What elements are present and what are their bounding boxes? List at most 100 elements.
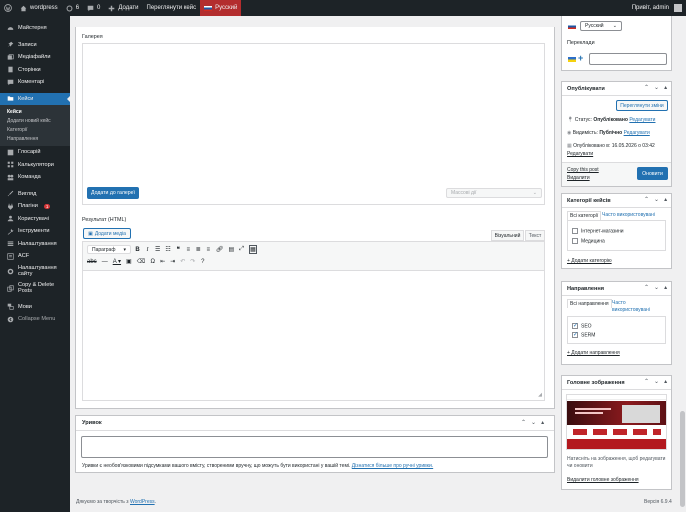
chevron-up-icon[interactable]: ⌃: [644, 284, 649, 291]
caret-up-icon[interactable]: ▴: [541, 419, 544, 426]
sidebar-item-pages[interactable]: Сторінки: [0, 64, 70, 77]
edit-date-link[interactable]: Редагувати: [567, 151, 593, 157]
numbered-list-icon[interactable]: ☷: [165, 246, 170, 253]
update-button[interactable]: Оновити: [637, 167, 668, 180]
add-direction-link[interactable]: + Додати направлення: [567, 350, 620, 356]
link-icon[interactable]: 🔗︎: [216, 246, 224, 253]
checkbox[interactable]: [572, 322, 578, 329]
sidebar-item-team[interactable]: Команда: [0, 171, 70, 184]
sidebar-item-copy-delete[interactable]: Copy & Delete Posts: [0, 280, 70, 297]
text-color-icon[interactable]: A ▾: [113, 258, 121, 265]
sidebar-item-site-settings[interactable]: Налаштування сайту: [0, 263, 70, 280]
horizontal-line-icon[interactable]: —: [102, 259, 108, 265]
category-item[interactable]: Медицина: [572, 238, 605, 244]
sidebar-item-cases[interactable]: Кейси: [0, 92, 70, 105]
scrollbar[interactable]: [679, 16, 686, 512]
editor-content-area[interactable]: [83, 272, 544, 400]
tab-used-directions[interactable]: Часто використовувані: [612, 300, 650, 314]
translation-input[interactable]: [589, 53, 667, 65]
scrollbar-thumb[interactable]: [680, 411, 685, 507]
special-char-icon[interactable]: Ω: [150, 259, 155, 265]
chevron-up-icon[interactable]: ⌃: [521, 419, 526, 426]
edit-visibility-link[interactable]: Редагувати: [624, 130, 650, 136]
sidebar-item-settings[interactable]: Налаштування: [0, 238, 70, 251]
wp-logo-menu[interactable]: [0, 0, 16, 16]
align-left-icon[interactable]: ≡: [186, 247, 191, 253]
resize-handle-icon[interactable]: ◢: [538, 392, 542, 398]
submenu-item-add-case[interactable]: Додати новий кейс: [0, 116, 70, 125]
chevron-down-icon[interactable]: ⌄: [654, 284, 659, 291]
tab-all-directions[interactable]: Всі направлення: [567, 299, 612, 308]
indent-icon[interactable]: ⇥: [170, 258, 175, 265]
add-translation-icon[interactable]: +: [578, 53, 583, 63]
italic-icon[interactable]: I: [145, 247, 150, 253]
view-changes-button[interactable]: Переглянути зміни: [616, 100, 668, 111]
wordpress-link[interactable]: WordPress: [130, 499, 155, 505]
submenu-item-directions[interactable]: Направлення: [0, 134, 70, 143]
undo-icon[interactable]: ↶: [180, 258, 185, 265]
checkbox[interactable]: [572, 331, 578, 338]
align-right-icon[interactable]: ≡: [206, 247, 211, 253]
align-center-icon[interactable]: ≣: [196, 246, 201, 253]
chevron-down-icon[interactable]: ⌄: [654, 378, 659, 385]
checkbox[interactable]: [572, 228, 578, 234]
sidebar-item-plugins[interactable]: Плагіни 1: [0, 200, 70, 213]
clear-format-icon[interactable]: ⌫: [137, 258, 145, 265]
site-name-link[interactable]: wordpress: [16, 0, 62, 16]
caret-up-icon[interactable]: ▴: [664, 196, 667, 203]
updates-link[interactable]: 6: [62, 0, 83, 16]
caret-up-icon[interactable]: ▴: [664, 378, 667, 385]
add-media-button[interactable]: ▣ Додати медіа: [83, 228, 131, 239]
chevron-down-icon[interactable]: ⌄: [654, 196, 659, 203]
checkbox[interactable]: [572, 238, 578, 244]
format-select[interactable]: Параграф ▾: [87, 245, 131, 254]
kitchen-sink-icon[interactable]: ▦: [249, 245, 257, 254]
bold-icon[interactable]: B: [135, 247, 140, 253]
account-menu[interactable]: Привіт, admin: [628, 0, 686, 16]
view-case-link[interactable]: Переглянути кейс: [143, 0, 201, 16]
tab-visual[interactable]: Візуальний: [491, 230, 524, 241]
blockquote-icon[interactable]: ❝: [176, 246, 181, 253]
chevron-up-icon[interactable]: ⌃: [644, 196, 649, 203]
fullscreen-icon[interactable]: ⤢: [239, 246, 244, 253]
collapse-menu-button[interactable]: Collapse Menu: [0, 313, 70, 326]
category-item[interactable]: Інтернет-магазини: [572, 228, 624, 234]
bullet-list-icon[interactable]: ☰: [155, 246, 160, 253]
delete-link[interactable]: Видалити: [567, 175, 590, 181]
sidebar-item-tools[interactable]: Інструменти: [0, 225, 70, 238]
chevron-down-icon[interactable]: ⌄: [654, 84, 659, 91]
tab-all-categories[interactable]: Всі категорії: [567, 211, 602, 220]
chevron-down-icon[interactable]: ⌄: [531, 419, 536, 426]
sidebar-item-comments[interactable]: Коментарі: [0, 76, 70, 89]
add-category-link[interactable]: + Додати категорію: [567, 258, 612, 264]
bulk-actions-select[interactable]: Массові дії ⌄: [446, 188, 542, 198]
submenu-item-cases[interactable]: Кейси: [0, 107, 70, 116]
caret-up-icon[interactable]: ▴: [664, 84, 667, 91]
sidebar-item-appearance[interactable]: Вигляд: [0, 188, 70, 201]
featured-image-thumbnail[interactable]: [566, 394, 667, 450]
submenu-item-categories[interactable]: Категорії: [0, 125, 70, 134]
edit-status-link[interactable]: Редагувати: [629, 117, 655, 123]
strikethrough-icon[interactable]: abc: [87, 259, 97, 265]
sidebar-item-calculators[interactable]: Калькулятори: [0, 159, 70, 172]
sidebar-item-glossary[interactable]: Глосарій: [0, 146, 70, 159]
add-new-menu[interactable]: Додати: [104, 0, 142, 16]
gallery-area[interactable]: [82, 43, 545, 205]
sidebar-item-users[interactable]: Користувачі: [0, 213, 70, 226]
direction-item[interactable]: SEO: [572, 322, 592, 329]
sidebar-item-media[interactable]: Медіафайли: [0, 51, 70, 64]
excerpt-textarea[interactable]: [81, 436, 548, 458]
remove-featured-image-link[interactable]: Видалити головне зображення: [567, 477, 639, 483]
tab-used-categories[interactable]: Часто використовувані: [602, 212, 655, 218]
outdent-icon[interactable]: ⇤: [160, 258, 165, 265]
language-select[interactable]: Русский ⌄: [580, 21, 622, 31]
comments-link[interactable]: 0: [83, 0, 104, 16]
redo-icon[interactable]: ↷: [190, 258, 195, 265]
excerpt-help-link[interactable]: Дізнатися більше про ручні уривки.: [352, 463, 433, 469]
sidebar-item-acf[interactable]: ACF: [0, 250, 70, 263]
caret-up-icon[interactable]: ▴: [664, 284, 667, 291]
copy-post-link[interactable]: Copy this post: [567, 167, 599, 173]
more-tag-icon[interactable]: ▤: [228, 246, 234, 253]
chevron-up-icon[interactable]: ⌃: [644, 84, 649, 91]
help-icon[interactable]: ?: [200, 259, 205, 265]
